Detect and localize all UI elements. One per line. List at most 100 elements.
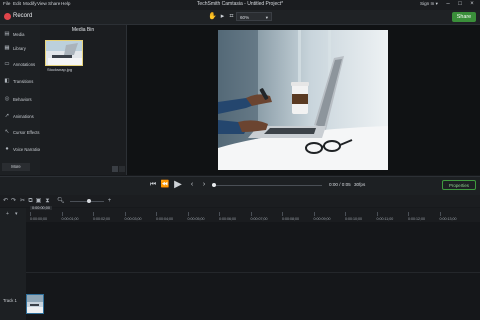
microphone-icon: ● [5,146,9,152]
ruler-tick-label: 0:00:08;00 [282,217,299,221]
sign-in-link[interactable]: Sign In ▾ [420,1,438,7]
menu-edit[interactable]: Edit [13,1,21,6]
timeline-clip[interactable] [26,294,44,314]
zoom-value: 60% [240,15,250,20]
pan-tool-icon[interactable]: ▸ [218,12,227,21]
ruler-tick-mark [124,212,126,216]
ruler-tick-mark [408,212,409,216]
ruler-tick-mark [30,212,31,216]
undo-icon[interactable]: ↶ [2,197,9,205]
annotations-icon: ▭ [4,61,10,67]
ruler-tick-mark [156,212,157,216]
menu-share[interactable]: Share [48,1,60,6]
split-icon[interactable]: ⧗ [44,197,51,205]
ruler-tick-label: 0:00:10;00 [345,217,362,221]
media-item-name: Stocksnap.jpg [47,67,73,72]
sidebar-item-voice-narration[interactable]: ● Voice Narration [2,144,41,155]
thumbnail-image-icon [46,41,82,65]
paste-icon[interactable]: ▣ [35,197,42,205]
sidebar-item-transitions[interactable]: ◧ Transitions [2,76,40,87]
more-button[interactable]: More [2,163,30,171]
ruler-tick-mark [61,212,63,216]
media-thumbnail[interactable] [45,40,83,66]
ruler-tick-label: 0:00:09;00 [313,217,331,221]
ruler-tick-label: 0:00:12;00 [408,217,425,221]
sidebar-item-media[interactable]: ▤ Media [2,29,40,40]
list-view-icon[interactable] [119,166,125,172]
add-track-icon[interactable]: + [6,211,9,217]
redo-icon[interactable]: ↷ [10,197,17,205]
sidebar-item-label: Transitions [13,79,34,84]
ruler-tick-label: 0:00:01;00 [61,217,79,221]
sidebar-item-annotations[interactable]: ▭ Annotations [2,59,40,70]
copy-icon[interactable]: ⧉ [27,197,34,205]
behaviors-icon: ◎ [4,96,10,102]
record-icon[interactable] [4,13,11,20]
sidebar-item-library[interactable]: ▦ Library [2,43,40,54]
sidebar-item-behaviors[interactable]: ◎ Behaviors [2,94,40,105]
chevron-down-icon: ▾ [265,15,268,20]
sidebar-item-cursor-effects[interactable]: ↖ Cursor Effects [2,127,40,138]
share-button[interactable]: Share [452,12,476,22]
menu-modify[interactable]: Modify [23,1,37,6]
canvas-preview[interactable] [218,30,388,170]
ruler-tick-mark [250,212,252,216]
collapse-icon[interactable]: ▾ [15,211,18,217]
ruler-tick-label: 0:00:05;00 [187,217,205,221]
properties-button[interactable]: Properties [442,180,476,190]
sidebar-item-label: Animations [13,114,34,119]
crop-tool-icon[interactable]: ⌗ [227,12,236,21]
ruler-tick-label: 0:00:11;00 [376,217,394,221]
step-back-icon[interactable]: ⏮ [148,180,158,190]
cursor-icon: ↖ [4,129,10,135]
ruler-tick-mark [313,212,315,216]
track-divider [26,272,480,273]
maximize-icon[interactable]: □ [456,1,464,8]
ruler-tick-label: 0:00:00;00 [30,217,47,221]
ruler-tick-mark [282,212,283,216]
sidebar-item-label: Cursor Effects [13,130,40,135]
sidebar-item-label: Library [13,46,26,51]
menu-help[interactable]: Help [61,1,70,6]
prev-frame-icon[interactable]: ‹ [187,180,197,190]
ruler-tick-label: 0:00:06;00 [219,217,236,221]
transitions-icon: ◧ [4,78,10,84]
animations-icon: ➚ [4,113,10,119]
media-bin-title: Media Bin [71,27,95,33]
menu-view[interactable]: View [37,1,47,6]
cut-icon[interactable]: ✂ [19,197,26,205]
menu-file[interactable]: File [3,1,10,6]
track-area[interactable] [26,222,480,320]
library-icon: ▦ [4,45,10,51]
scrubber-handle[interactable] [212,183,216,187]
sidebar-item-label: Behaviors [13,97,32,102]
ruler-tick-mark [376,212,378,216]
playback-scrubber[interactable] [212,185,322,186]
fps-display: 30fps [354,182,366,187]
ruler-tick-mark [93,212,94,216]
minimize-icon[interactable]: – [444,1,452,8]
next-frame-icon[interactable]: › [199,180,209,190]
record-button[interactable]: Record [13,13,32,19]
ruler-tick-label: 0:00:03;00 [124,217,142,221]
select-tool-icon[interactable]: ✋ [208,12,217,21]
zoom-slider-handle[interactable] [87,199,91,203]
ruler-tick-mark [439,212,441,216]
zoom-out-icon[interactable]: 🔍︎ [57,197,65,205]
share-label: Share [456,14,472,20]
zoom-in-icon[interactable]: + [106,197,113,205]
skip-back-icon[interactable]: ⏪ [160,180,170,190]
close-icon[interactable]: × [468,1,476,8]
ruler-tick-label: 0:00:13;00 [439,217,457,221]
grid-view-icon[interactable] [112,166,118,172]
stock-photo-icon [218,30,388,170]
track-1-label[interactable]: Track 1 [3,298,17,303]
play-icon[interactable]: ▶ [173,180,183,190]
sidebar-item-animations[interactable]: ➚ Animations [2,111,40,122]
sidebar-item-label: Annotations [13,62,36,67]
track-header-column [0,208,27,320]
playhead-time[interactable]: 0:00:00;00 [30,206,52,210]
ruler-tick-mark [345,212,346,216]
properties-label: Properties [448,183,469,188]
zoom-dropdown[interactable]: 60% ▾ [236,12,272,21]
